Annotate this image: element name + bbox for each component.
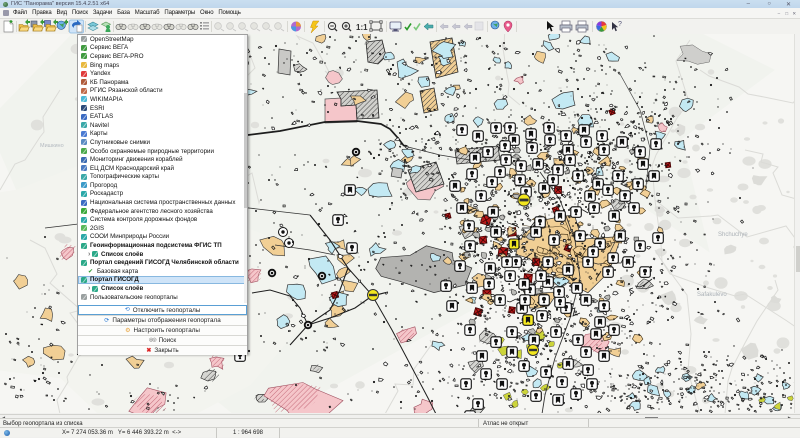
svg-text:Safakulevo: Safakulevo — [697, 292, 727, 298]
svg-text:Shchuchye: Shchuchye — [718, 232, 748, 238]
svg-text:?: ? — [618, 21, 622, 28]
svg-text:Мишкино: Мишкино — [40, 143, 64, 149]
svg-text:1:1: 1:1 — [356, 23, 368, 32]
